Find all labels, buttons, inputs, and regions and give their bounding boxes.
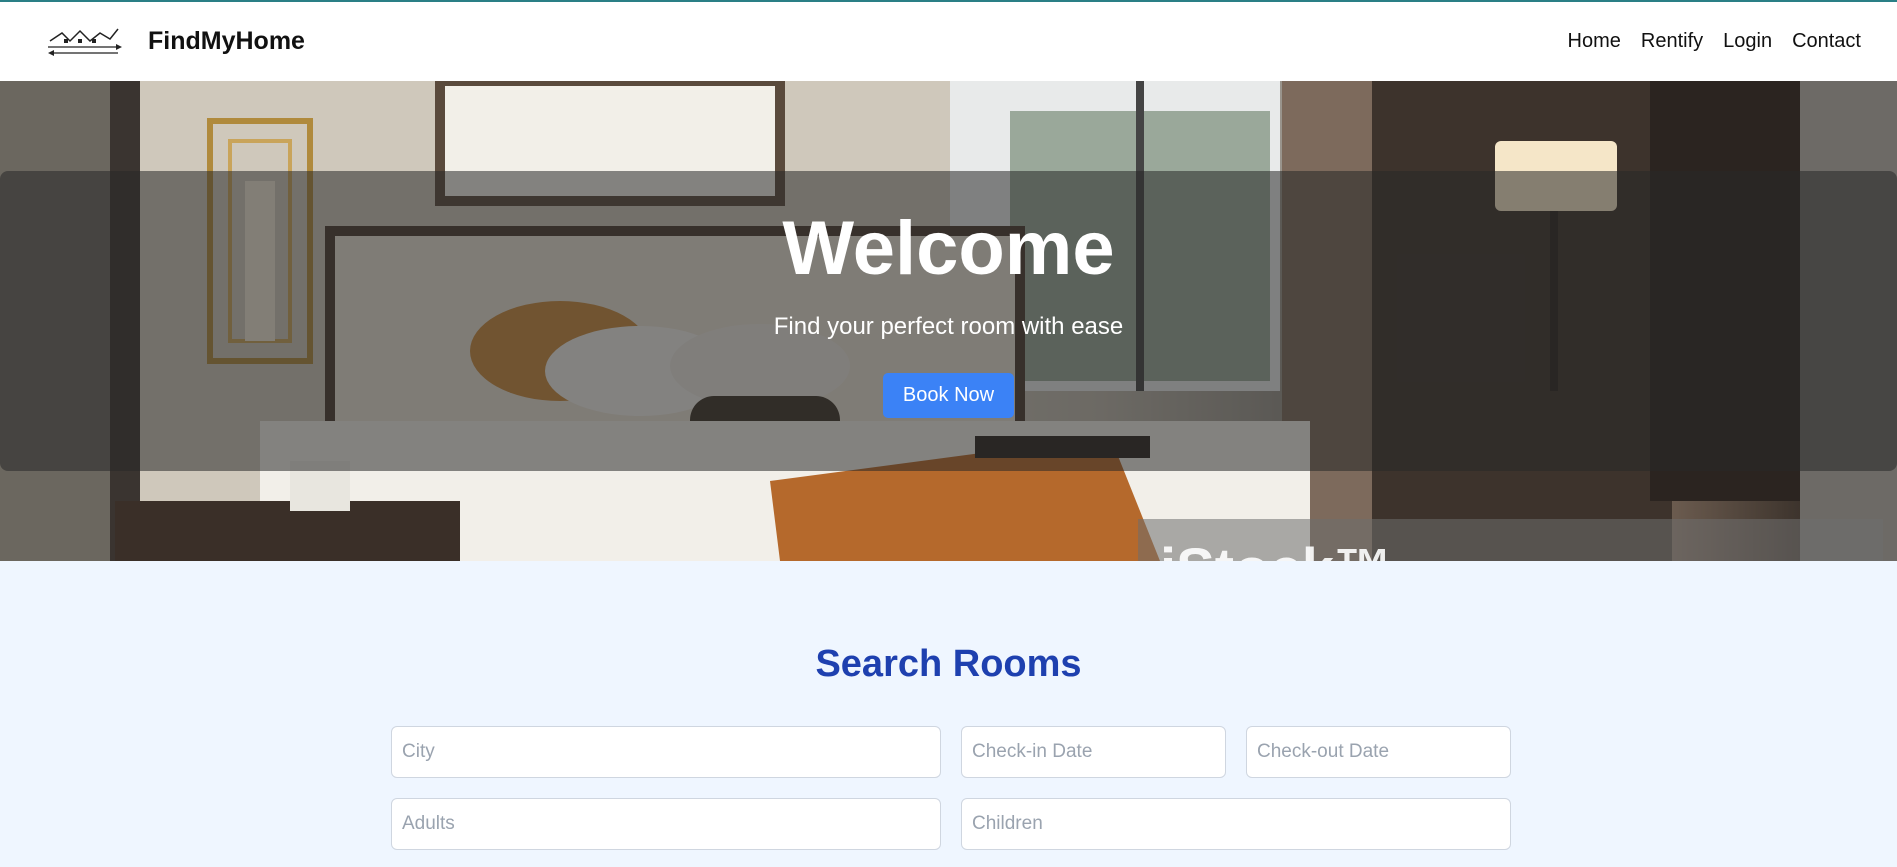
house-logo-icon — [40, 18, 130, 65]
hero-section: iStock™ Welcome Find your perfect room w… — [0, 81, 1897, 561]
children-input[interactable] — [961, 798, 1511, 850]
hero-title: Welcome — [782, 206, 1115, 291]
hero-content: Welcome Find your perfect room with ease… — [0, 171, 1897, 471]
checkout-date-input[interactable] — [1246, 726, 1511, 778]
brand-name: FindMyHome — [148, 27, 305, 55]
nav-link-login[interactable]: Login — [1723, 30, 1772, 53]
nav-link-home[interactable]: Home — [1568, 30, 1621, 53]
book-now-button[interactable]: Book Now — [882, 373, 1015, 418]
hero-subtitle: Find your perfect room with ease — [773, 313, 1124, 340]
adults-input[interactable] — [391, 798, 941, 850]
search-section: Search Rooms — [0, 561, 1897, 867]
brand[interactable]: FindMyHome — [40, 18, 305, 65]
city-input[interactable] — [391, 726, 941, 778]
search-title: Search Rooms — [815, 643, 1082, 685]
navbar: FindMyHome Home Rentify Login Contact — [0, 0, 1897, 81]
nav-links: Home Rentify Login Contact — [1548, 30, 1861, 53]
checkin-date-input[interactable] — [961, 726, 1226, 778]
nav-link-contact[interactable]: Contact — [1792, 30, 1861, 53]
watermark-text: iStock™ — [1160, 536, 1392, 561]
nav-link-rentify[interactable]: Rentify — [1641, 30, 1703, 53]
